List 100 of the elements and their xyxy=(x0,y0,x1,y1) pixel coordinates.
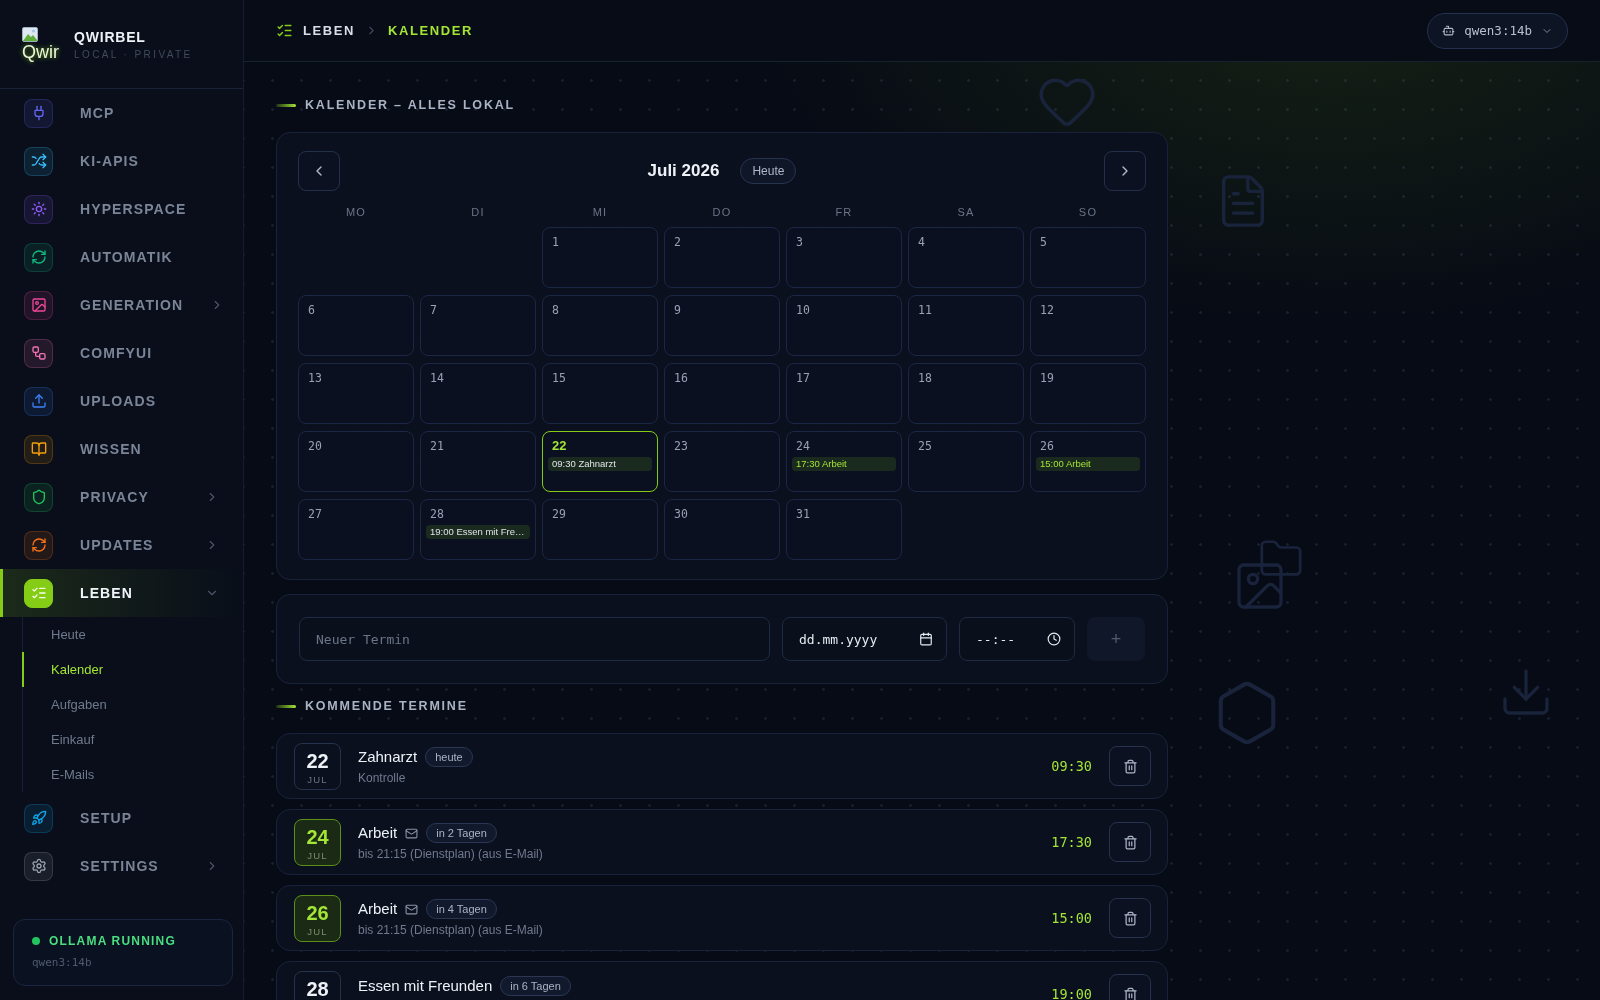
event-chip[interactable]: 09:30 Zahnarzt xyxy=(548,457,652,471)
day-number: 31 xyxy=(795,507,810,521)
day-cell[interactable]: 27 xyxy=(298,499,414,560)
nav-item[interactable]: HYPERSPACE xyxy=(0,185,243,233)
day-cell[interactable]: 17 xyxy=(786,363,902,424)
day-cell[interactable]: 28 19:00 Essen mit Fre… xyxy=(420,499,536,560)
input-field[interactable]: Neuer Termin xyxy=(299,617,770,661)
weekday-label: FR xyxy=(834,205,854,219)
accent-dash-icon xyxy=(276,704,296,708)
model-name: qwen3:14b xyxy=(32,956,93,969)
day-number: 26 xyxy=(1039,439,1054,453)
day-number: 1 xyxy=(551,235,559,249)
event-note: bis 21:15 (Dienstplan) (aus E-Mail) xyxy=(358,847,543,861)
day-cell[interactable]: 24 17:30 Arbeit xyxy=(786,431,902,492)
nav-item[interactable]: KI-APIS xyxy=(0,137,243,185)
day-cell[interactable]: 31 xyxy=(786,499,902,560)
event-chip[interactable]: 15:00 Arbeit xyxy=(1036,457,1140,471)
countdown-badge: heute xyxy=(425,747,473,767)
day-number: 28 xyxy=(429,507,444,521)
nav-subitem[interactable]: E-Mails xyxy=(22,757,243,792)
model-select[interactable]: qwen3:14b xyxy=(1427,12,1568,49)
date-day: 22 xyxy=(306,749,329,772)
event-chip[interactable]: 19:00 Essen mit Fre… xyxy=(426,525,530,539)
day-cell[interactable]: 12 xyxy=(1030,295,1146,356)
day-cell[interactable]: 7 xyxy=(420,295,536,356)
countdown-badge: in 2 Tagen xyxy=(426,823,497,843)
date-field[interactable]: dd.mm.yyyy xyxy=(782,617,947,661)
nav-subitem[interactable]: Einkauf xyxy=(22,722,243,757)
weekday-label: SA xyxy=(956,205,976,219)
delete-button[interactable] xyxy=(1109,898,1151,938)
breadcrumb-current[interactable]: KALENDER xyxy=(388,23,474,38)
nav-item[interactable]: GENERATION xyxy=(0,281,243,329)
app-tagline: LOCAL · PRIVATE xyxy=(74,48,193,60)
breadcrumb-link[interactable]: LEBEN xyxy=(303,23,356,38)
nav-item[interactable]: COMFYUI xyxy=(0,329,243,377)
day-cell[interactable]: 6 xyxy=(298,295,414,356)
day-cell[interactable]: 5 xyxy=(1030,227,1146,288)
day-cell[interactable]: 15 xyxy=(542,363,658,424)
day-cell[interactable]: 23 xyxy=(664,431,780,492)
accent-dash-icon xyxy=(276,103,296,107)
nav-item[interactable]: WISSEN xyxy=(0,425,243,473)
day-number: 4 xyxy=(917,235,925,249)
day-cell[interactable]: 14 xyxy=(420,363,536,424)
time-field[interactable]: --:-- xyxy=(959,617,1075,661)
date-day: 26 xyxy=(306,901,329,924)
day-cell[interactable]: 1 xyxy=(542,227,658,288)
day-cell[interactable]: 13 xyxy=(298,363,414,424)
status-label: OLLAMA RUNNING xyxy=(49,934,176,948)
date-month: JUL xyxy=(307,773,328,785)
day-cell[interactable]: 22 09:30 Zahnarzt xyxy=(542,431,658,492)
day-number: 30 xyxy=(673,507,688,521)
day-cell[interactable]: 18 xyxy=(908,363,1024,424)
day-number: 19 xyxy=(1039,371,1054,385)
day-number: 9 xyxy=(673,303,681,317)
section-title: KOMMENDE TERMINE xyxy=(305,699,468,713)
nav-subitem[interactable]: Heute xyxy=(22,617,243,652)
nav-item[interactable]: SETUP xyxy=(0,794,243,842)
delete-button[interactable] xyxy=(1109,746,1151,786)
day-cell[interactable]: 3 xyxy=(786,227,902,288)
day-number: 23 xyxy=(673,439,688,453)
day-cell[interactable]: 10 xyxy=(786,295,902,356)
day-cell[interactable]: 4 xyxy=(908,227,1024,288)
day-cell[interactable]: 16 xyxy=(664,363,780,424)
day-number: 22 xyxy=(551,439,567,453)
nav-item[interactable]: SETTINGS xyxy=(0,842,243,890)
day-number: 8 xyxy=(551,303,559,317)
weekday-label: DI xyxy=(470,205,486,219)
day-cell[interactable]: 19 xyxy=(1030,363,1146,424)
day-number: 11 xyxy=(917,303,932,317)
today-button[interactable]: Heute xyxy=(740,158,797,184)
event-chip[interactable]: 17:30 Arbeit xyxy=(792,457,896,471)
day-cell[interactable]: 9 xyxy=(664,295,780,356)
event-time: 19:00 xyxy=(1051,986,1092,1000)
day-cell[interactable]: 30 xyxy=(664,499,780,560)
day-number: 2 xyxy=(673,235,681,249)
day-number: 7 xyxy=(429,303,437,317)
day-number: 5 xyxy=(1039,235,1047,249)
day-cell[interactable]: 20 xyxy=(298,431,414,492)
nav-item[interactable]: MCP xyxy=(0,89,243,137)
day-number: 17 xyxy=(795,371,810,385)
nav-item[interactable]: UPDATES xyxy=(0,521,243,569)
nav-item[interactable]: PRIVACY xyxy=(0,473,243,521)
nav-item[interactable]: AUTOMATIK xyxy=(0,233,243,281)
weekday-label: DO xyxy=(711,205,733,219)
day-cell[interactable]: 29 xyxy=(542,499,658,560)
event-note: bis 21:15 (Dienstplan) (aus E-Mail) xyxy=(358,923,543,937)
nav-item[interactable]: UPLOADS xyxy=(0,377,243,425)
day-cell[interactable]: 8 xyxy=(542,295,658,356)
day-number: 14 xyxy=(429,371,444,385)
day-cell[interactable]: 2 xyxy=(664,227,780,288)
day-cell[interactable]: 11 xyxy=(908,295,1024,356)
weekday-label: SO xyxy=(1077,205,1099,219)
day-cell[interactable]: 21 xyxy=(420,431,536,492)
nav-subitem[interactable]: Aufgaben xyxy=(22,687,243,722)
date-day: 28 xyxy=(306,977,329,1000)
event-time: 09:30 xyxy=(1051,758,1092,774)
delete-button[interactable] xyxy=(1109,822,1151,862)
weekday-label: MO xyxy=(344,205,368,219)
day-cell[interactable]: 25 xyxy=(908,431,1024,492)
day-cell[interactable]: 26 15:00 Arbeit xyxy=(1030,431,1146,492)
